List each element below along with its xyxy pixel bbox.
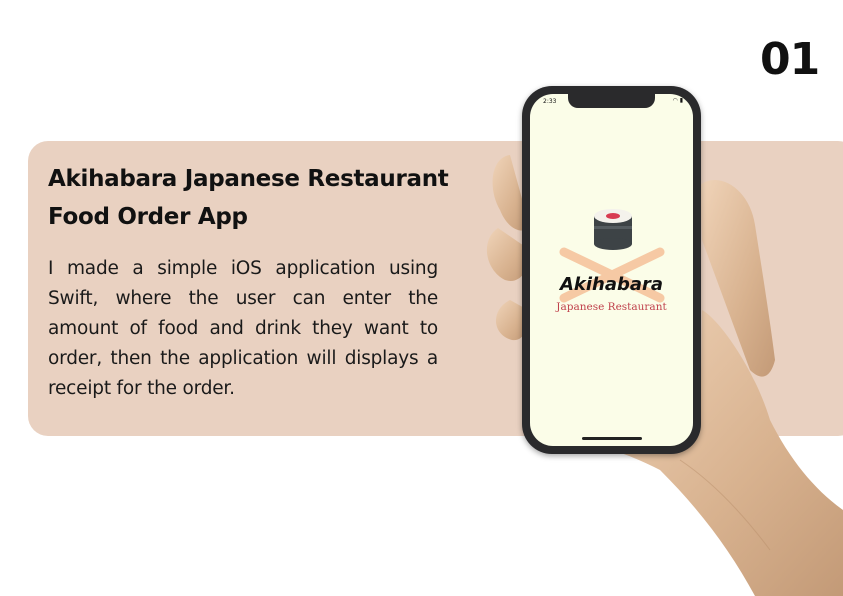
- phone-screen: 2:33 ◠ ▮ Akihabara Japanese Restaurant: [530, 94, 693, 446]
- status-icons: ◠ ▮: [673, 97, 683, 104]
- wifi-icon: ◠: [672, 97, 678, 104]
- page-number: 01: [760, 34, 820, 85]
- phone-notch: [568, 94, 655, 108]
- battery-icon: ▮: [679, 97, 683, 104]
- project-description: I made a simple iOS application using Sw…: [48, 258, 438, 399]
- project-title-line-1: Akihabara Japanese Restaurant: [48, 166, 449, 192]
- app-name: Akihabara: [559, 274, 664, 295]
- sushi-icon: [594, 209, 632, 250]
- app-subtitle: Japanese Restaurant: [556, 301, 667, 313]
- project-title-line-2: Food Order App: [48, 204, 248, 230]
- status-time: 2:33: [543, 98, 557, 105]
- project-title: Akihabara Japanese Restaurant Food Order…: [48, 160, 488, 236]
- home-indicator[interactable]: [582, 437, 642, 440]
